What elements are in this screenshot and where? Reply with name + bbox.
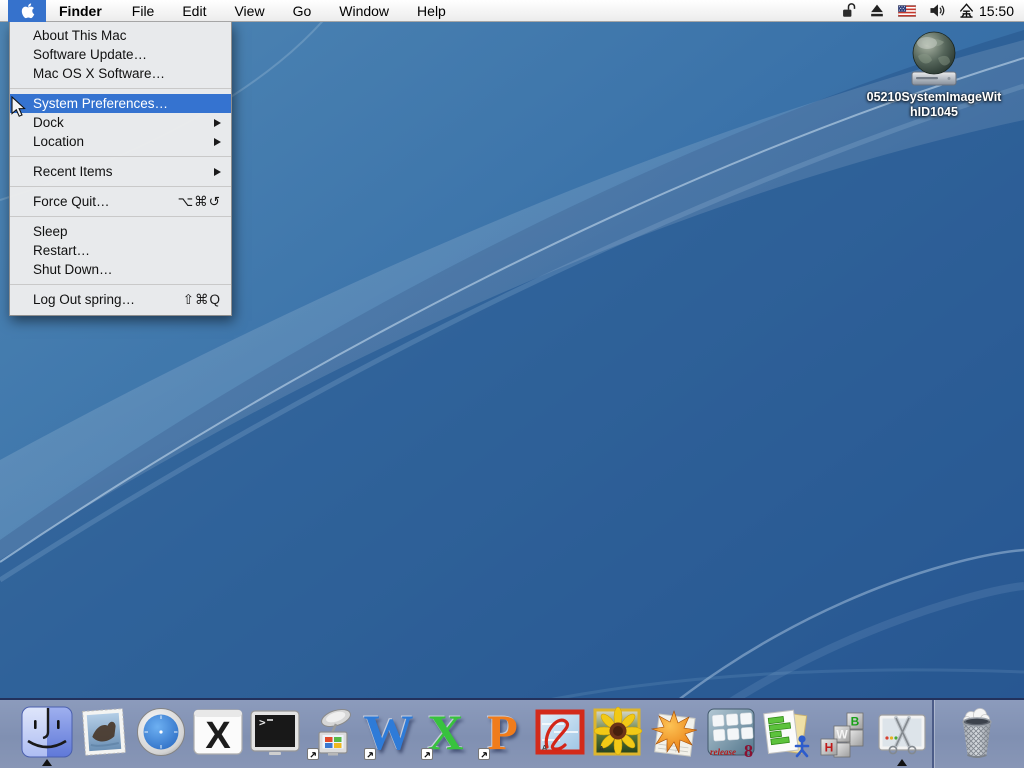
- apple-logo-icon: [20, 2, 35, 19]
- volume-icon[interactable]: [929, 3, 946, 18]
- menu-separator: [10, 156, 231, 157]
- menubar-edit[interactable]: Edit: [168, 0, 220, 22]
- desktop-volume-system-image[interactable]: 05210SystemImageWit hID1045: [849, 30, 1019, 120]
- mail-stamp-icon: [78, 706, 130, 758]
- clock-day-kanji: [959, 3, 974, 18]
- dock-release8-app[interactable]: release 8: [702, 700, 759, 768]
- menu-item-sleep[interactable]: Sleep: [10, 222, 231, 241]
- menubar-status-area: 15:50: [841, 2, 1024, 19]
- svg-text:release: release: [710, 747, 736, 757]
- dock-word[interactable]: W: [360, 700, 417, 768]
- submenu-arrow-icon: [214, 138, 221, 146]
- menu-separator: [10, 186, 231, 187]
- svg-text:A: A: [542, 745, 547, 752]
- alias-arrow-badge: [478, 748, 490, 760]
- dock-safari[interactable]: [132, 700, 189, 768]
- release8-tiles-icon: release 8: [705, 706, 757, 758]
- finder-icon: [21, 706, 73, 758]
- unlock-icon[interactable]: [841, 2, 856, 19]
- submenu-arrow-icon: [214, 119, 221, 127]
- svg-text:A: A: [599, 746, 604, 753]
- dock-mail[interactable]: [75, 700, 132, 768]
- menu-item-about-this-mac[interactable]: About This Mac: [10, 26, 231, 45]
- menu-separator: [10, 216, 231, 217]
- apple-menu-dropdown: About This Mac Software Update… Mac OS X…: [9, 22, 232, 316]
- dock-photo-album[interactable]: A: [588, 700, 645, 768]
- menu-item-software-update[interactable]: Software Update…: [10, 45, 231, 64]
- menubar-app-finder[interactable]: Finder: [46, 0, 118, 22]
- menubar-window[interactable]: Window: [325, 0, 403, 22]
- trash-full-icon: [951, 706, 1003, 760]
- alias-arrow-badge: [364, 748, 376, 760]
- dock-terminal[interactable]: >: [246, 700, 303, 768]
- grab-scissors-icon: [876, 706, 928, 758]
- running-indicator: [897, 759, 907, 766]
- menu-item-macosx-software[interactable]: Mac OS X Software…: [10, 64, 231, 83]
- alias-arrow-badge: [307, 748, 319, 760]
- dock-grab[interactable]: [873, 700, 930, 768]
- us-flag-input-menu-icon[interactable]: [898, 5, 916, 17]
- menubar-go[interactable]: Go: [279, 0, 326, 22]
- submenu-arrow-icon: [214, 168, 221, 176]
- svg-text:>: >: [259, 716, 266, 729]
- hwb-blocks-icon: H W B: [819, 706, 871, 758]
- shortcut-force-quit: ⌥⌘↺: [178, 194, 221, 210]
- clock-time: 15:50: [979, 3, 1014, 19]
- menu-item-restart[interactable]: Restart…: [10, 241, 231, 260]
- menu-bar: Finder File Edit View Go Window Help: [0, 0, 1024, 22]
- menu-item-location[interactable]: Location: [10, 132, 231, 151]
- dock-hwb-app[interactable]: H W B: [816, 700, 873, 768]
- apple-menu-button[interactable]: [8, 0, 46, 22]
- dock-statistics-app[interactable]: [759, 700, 816, 768]
- menu-item-recent-items[interactable]: Recent Items: [10, 162, 231, 181]
- running-indicator: [42, 759, 52, 766]
- dock-finder[interactable]: [18, 700, 75, 768]
- menu-item-shut-down[interactable]: Shut Down…: [10, 260, 231, 279]
- mouse-cursor-arrow: [11, 96, 27, 118]
- menubar-clock[interactable]: 15:50: [959, 3, 1014, 19]
- x11-icon: X: [192, 706, 244, 758]
- menu-item-force-quit[interactable]: Force Quit…⌥⌘↺: [10, 192, 231, 211]
- safari-compass-icon: [135, 706, 187, 758]
- menubar-help[interactable]: Help: [403, 0, 460, 22]
- svg-text:W: W: [836, 728, 848, 742]
- menubar-file[interactable]: File: [118, 0, 169, 22]
- dock-acrobat[interactable]: A: [531, 700, 588, 768]
- eject-icon[interactable]: [869, 3, 885, 18]
- dock-remote-desktop[interactable]: [303, 700, 360, 768]
- shortcut-log-out: ⇧⌘Q: [183, 292, 221, 308]
- menu-item-system-preferences[interactable]: System Preferences…: [10, 94, 231, 113]
- alias-arrow-badge: [421, 748, 433, 760]
- dock-trash[interactable]: [942, 700, 1012, 768]
- svg-text:X: X: [205, 715, 231, 757]
- dock-divider: [932, 700, 934, 768]
- dock-excel[interactable]: X: [417, 700, 474, 768]
- menu-item-dock[interactable]: Dock: [10, 113, 231, 132]
- dock: X >: [0, 698, 1024, 768]
- acrobat-icon: A: [534, 706, 586, 758]
- dock-powerpoint[interactable]: P: [474, 700, 531, 768]
- menu-separator: [10, 88, 231, 89]
- bar-chart-figure-icon: [762, 706, 814, 758]
- dock-x11[interactable]: X: [189, 700, 246, 768]
- volume-label: 05210SystemImageWit hID1045: [867, 90, 1002, 120]
- menu-separator: [10, 284, 231, 285]
- svg-text:H: H: [824, 741, 833, 755]
- mathematica-spikey-icon: [648, 706, 700, 758]
- menu-item-log-out[interactable]: Log Out spring…⇧⌘Q: [10, 290, 231, 309]
- menubar-view[interactable]: View: [220, 0, 278, 22]
- svg-text:B: B: [850, 715, 859, 729]
- sunflower-icon: A: [591, 706, 643, 758]
- network-disk-globe-icon: [904, 30, 964, 88]
- dock-mathematica[interactable]: [645, 700, 702, 768]
- terminal-icon: >: [249, 706, 301, 758]
- svg-text:8: 8: [744, 741, 753, 758]
